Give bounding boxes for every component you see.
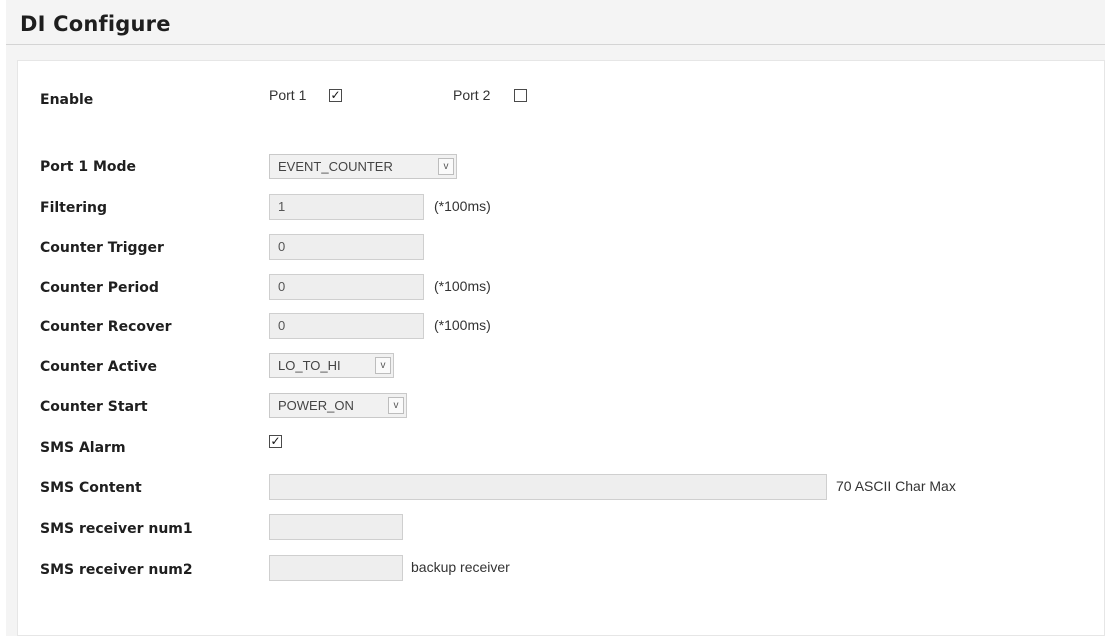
chevron-down-icon: v <box>375 357 391 374</box>
sms-receiver-num1-label: SMS receiver num1 <box>40 521 193 537</box>
port2-checkbox[interactable] <box>514 89 527 102</box>
port2-label: Port 2 <box>453 87 491 103</box>
port1-checkbox[interactable]: ✓ <box>329 89 342 102</box>
port1-mode-value: EVENT_COUNTER <box>278 159 393 174</box>
counter-trigger-input[interactable]: 0 <box>269 234 424 260</box>
sms-receiver-num2-hint: backup receiver <box>411 559 510 575</box>
counter-recover-label: Counter Recover <box>40 319 172 335</box>
counter-recover-input[interactable]: 0 <box>269 313 424 339</box>
counter-trigger-label: Counter Trigger <box>40 240 164 256</box>
counter-period-unit: (*100ms) <box>434 278 491 294</box>
counter-start-label: Counter Start <box>40 399 148 415</box>
filtering-label: Filtering <box>40 200 108 216</box>
counter-active-label: Counter Active <box>40 359 158 375</box>
port1-mode-select[interactable]: EVENT_COUNTER v <box>269 154 457 179</box>
sms-content-label: SMS Content <box>40 480 142 496</box>
check-icon: ✓ <box>270 434 281 448</box>
sms-receiver-num2-input[interactable] <box>269 555 403 581</box>
check-icon: ✓ <box>330 88 341 102</box>
counter-recover-unit: (*100ms) <box>434 317 491 333</box>
counter-active-value: LO_TO_HI <box>278 358 341 373</box>
filtering-input[interactable]: 1 <box>269 194 424 220</box>
sms-content-input[interactable] <box>269 474 827 500</box>
counter-period-input[interactable]: 0 <box>269 274 424 300</box>
chevron-down-icon: v <box>388 397 404 414</box>
sms-alarm-checkbox[interactable]: ✓ <box>269 435 282 448</box>
filtering-unit: (*100ms) <box>434 198 491 214</box>
enable-label: Enable <box>40 92 94 108</box>
port1-mode-label: Port 1 Mode <box>40 159 137 175</box>
sms-content-hint: 70 ASCII Char Max <box>836 478 956 494</box>
sms-alarm-label: SMS Alarm <box>40 440 126 456</box>
title-bar: DI Configure <box>6 8 1105 45</box>
counter-start-value: POWER_ON <box>278 398 354 413</box>
page-title: DI Configure <box>20 12 171 36</box>
page-background: DI Configure Enable Port 1 ✓ Port 2 Port… <box>6 0 1105 636</box>
sms-receiver-num2-label: SMS receiver num2 <box>40 562 193 578</box>
sms-receiver-num1-input[interactable] <box>269 514 403 540</box>
chevron-down-icon: v <box>438 158 454 175</box>
counter-active-select[interactable]: LO_TO_HI v <box>269 353 394 378</box>
counter-period-label: Counter Period <box>40 280 159 296</box>
config-panel: Enable Port 1 ✓ Port 2 Port 1 Mode EVENT… <box>17 60 1105 636</box>
port1-label: Port 1 <box>269 87 307 103</box>
counter-start-select[interactable]: POWER_ON v <box>269 393 407 418</box>
